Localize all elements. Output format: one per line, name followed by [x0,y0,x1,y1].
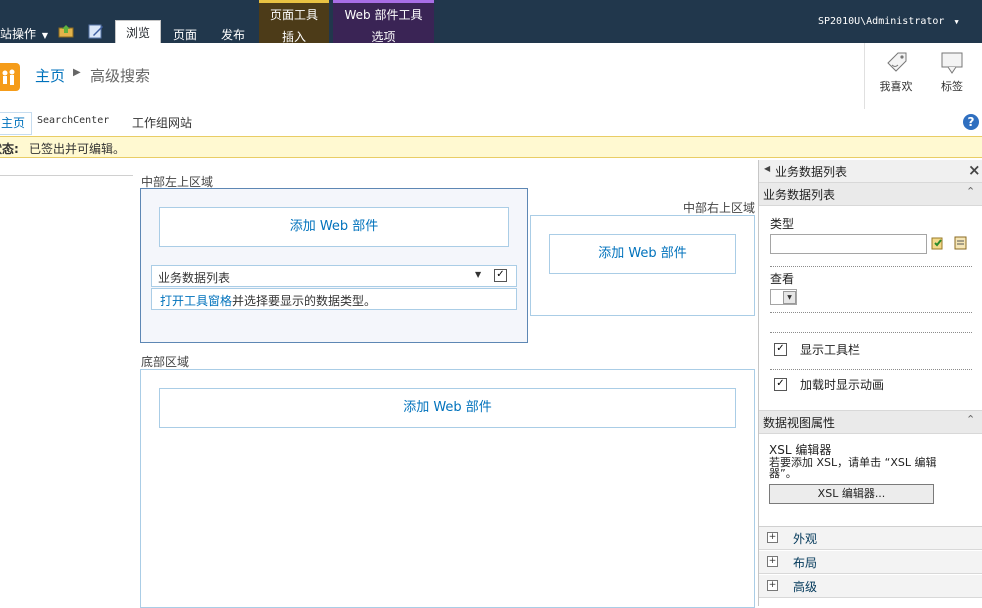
i-like-it-label: 我喜欢 [879,80,913,93]
page-tools-title: 页面工具 [269,8,318,22]
status-label: 状态: [0,142,19,156]
tab-browse[interactable]: 浏览 [115,20,161,45]
divider [770,369,972,370]
web-part-title-bar: 业务数据列表 ▼ ✓ [151,265,517,287]
tool-pane: ◀ 业务数据列表 × 业务数据列表 ⌃ 类型 查看 ▼ ✓ 显示工具栏 ✓ 加载… [758,160,982,606]
zone-bottom: 添加 Web 部件 [140,369,755,608]
divider [770,332,972,333]
title-row: 主页 ▶ 高级搜索 我喜欢 标签 [0,43,982,111]
group-appearance[interactable]: + 外观 [759,527,982,550]
ribbon-bar: 网站操作 ▼ 浏览 页面 发布 页面工具 插入 Web 部件工具 选项 SP20… [0,0,982,45]
group-appearance-label: 外观 [793,532,818,546]
breadcrumb-separator-icon: ▶ [73,67,81,78]
show-animation-label: 加载时显示动画 [800,378,885,392]
i-like-it-button[interactable]: 我喜欢 [876,49,916,99]
xsl-editor-description: 若要添加 XSL，请单击 “XSL 编辑器”。 [769,456,937,480]
chevron-down-icon: ▼ [41,31,48,40]
open-tool-pane-link[interactable]: 打开工具窗格 [160,292,232,309]
zone-center-left: 添加 Web 部件 业务数据列表 ▼ ✓ 打开工具窗格 并选择要显示的数据类型。 [140,188,528,343]
type-label: 类型 [770,217,795,231]
chevron-down-icon: ▼ [783,291,796,304]
web-part-message: 打开工具窗格 并选择要显示的数据类型。 [151,288,517,310]
web-part-title: 业务数据列表 [158,271,231,285]
site-actions-label: 网站操作 [0,27,37,41]
group-layout-label: 布局 [793,556,818,570]
collapse-icon[interactable]: ⌃ [966,185,975,198]
group-advanced-label: 高级 [793,580,818,594]
divider [864,43,865,109]
add-web-part-button[interactable]: 添加 Web 部件 [159,207,509,247]
tab-page[interactable]: 页面 [173,26,197,43]
page-tools-group: 页面工具 插入 [259,0,329,44]
section-header-business-data[interactable]: 业务数据列表 ⌃ [759,183,982,206]
show-toolbar-label: 显示工具栏 [800,343,861,357]
site-actions-menu[interactable]: 网站操作 ▼ [0,25,58,42]
divider [770,312,972,313]
type-input[interactable] [770,234,927,254]
zone-label-bottom: 底部区域 [141,355,190,369]
tool-pane-header: ◀ 业务数据列表 × [759,160,982,183]
tags-notes-button[interactable]: 标签 [934,49,970,99]
section-header-data-view[interactable]: 数据视图属性 ⌃ [759,410,982,434]
page-title: 高级搜索 [90,67,151,85]
web-part-select-checkbox[interactable]: ✓ [494,269,507,282]
nav-item-team-site[interactable]: 工作组网站 [132,114,192,131]
status-bar: 状态: 已签出并可编辑。 [0,136,982,158]
divider [770,266,972,267]
show-toolbar-checkbox[interactable]: ✓ [774,343,787,356]
user-menu[interactable]: SP2010U\Administrator ▼ [818,16,959,27]
edit-page-icon[interactable] [88,23,104,39]
view-label: 查看 [770,272,795,286]
tag-like-icon [887,52,907,72]
site-logo-icon [0,63,20,91]
expand-icon[interactable]: + [767,556,778,567]
xsl-editor-button[interactable]: XSL 编辑器... [769,484,934,504]
section-title: 业务数据列表 [763,188,836,202]
expand-icon[interactable]: + [767,532,778,543]
expand-icon[interactable]: + [767,580,778,591]
top-nav: 主页 SearchCenter 工作组网站 ? [0,110,982,137]
check-names-icon[interactable] [931,235,946,250]
section-title: 数据视图属性 [763,416,836,430]
zone-label-center-right: 中部右上区域 [683,201,756,215]
tags-label: 标签 [941,80,963,93]
tags-icon [941,52,963,74]
back-arrow-icon[interactable]: ◀ [764,164,770,173]
web-part-tools-title: Web 部件工具 [344,8,423,22]
collapse-icon[interactable]: ⌃ [966,413,975,426]
web-part-message-text: 并选择要显示的数据类型。 [232,294,377,308]
status-text: 已签出并可编辑。 [29,142,126,156]
add-web-part-button[interactable]: 添加 Web 部件 [549,234,736,274]
view-select[interactable]: ▼ [770,289,797,305]
group-advanced[interactable]: + 高级 [759,575,982,598]
web-part-tools-group: Web 部件工具 选项 [333,0,434,44]
navigate-up-icon[interactable] [58,24,74,38]
show-animation-checkbox[interactable]: ✓ [774,378,787,391]
nav-item-searchcenter[interactable]: SearchCenter [37,115,109,126]
tool-pane-title: 业务数据列表 [775,165,848,179]
group-layout[interactable]: + 布局 [759,551,982,574]
quick-launch-divider [0,175,133,176]
help-icon[interactable]: ? [963,114,979,130]
zone-center-right: 添加 Web 部件 [530,215,755,316]
user-name: SP2010U\Administrator [818,16,945,27]
tab-publish[interactable]: 发布 [221,26,245,43]
web-part-menu-icon[interactable]: ▼ [475,270,481,279]
chevron-down-icon: ▼ [954,18,959,26]
browse-icon[interactable] [953,235,968,250]
add-web-part-button[interactable]: 添加 Web 部件 [159,388,736,428]
breadcrumb-home[interactable]: 主页 [35,65,65,86]
close-icon[interactable]: × [968,161,981,179]
nav-item-home[interactable]: 主页 [0,112,33,135]
